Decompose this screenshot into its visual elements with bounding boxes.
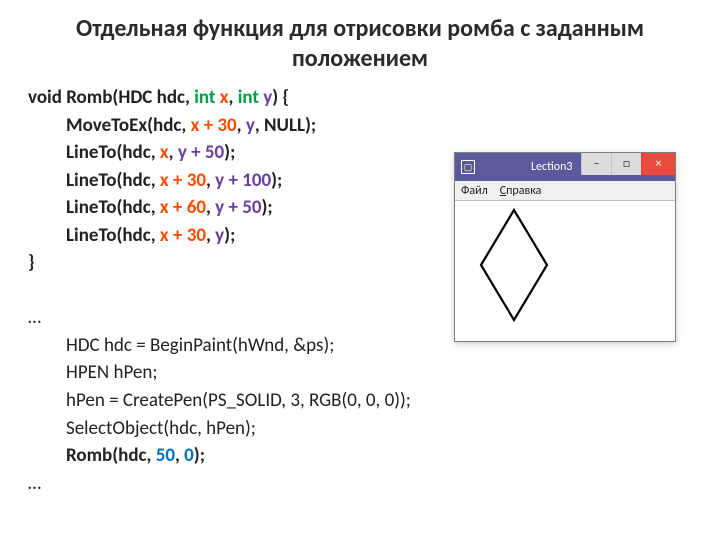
window-controls: – □ × bbox=[581, 153, 675, 181]
window-titlebar: ▢ Lection3 – □ × bbox=[455, 153, 675, 181]
window-menubar: Файл Справка bbox=[455, 181, 675, 201]
appicon: ▢ bbox=[461, 160, 475, 174]
window-canvas bbox=[455, 201, 675, 341]
minimize-button[interactable]: – bbox=[581, 153, 611, 175]
menu-help[interactable]: Справка bbox=[500, 184, 542, 198]
rhombus-icon bbox=[469, 205, 559, 335]
menu-file[interactable]: Файл bbox=[461, 184, 488, 198]
content-area: void Romb(HDC hdc, int x, int y) { MoveT… bbox=[28, 84, 692, 497]
page-title: Отдельная функция для отрисовки ромба с … bbox=[28, 14, 692, 74]
slide: Отдельная функция для отрисовки ромба с … bbox=[0, 0, 720, 540]
window-title: Lection3 bbox=[531, 160, 573, 174]
close-button[interactable]: × bbox=[641, 153, 675, 175]
maximize-button[interactable]: □ bbox=[611, 153, 641, 175]
demo-window: ▢ Lection3 – □ × Файл Справка bbox=[454, 152, 676, 342]
